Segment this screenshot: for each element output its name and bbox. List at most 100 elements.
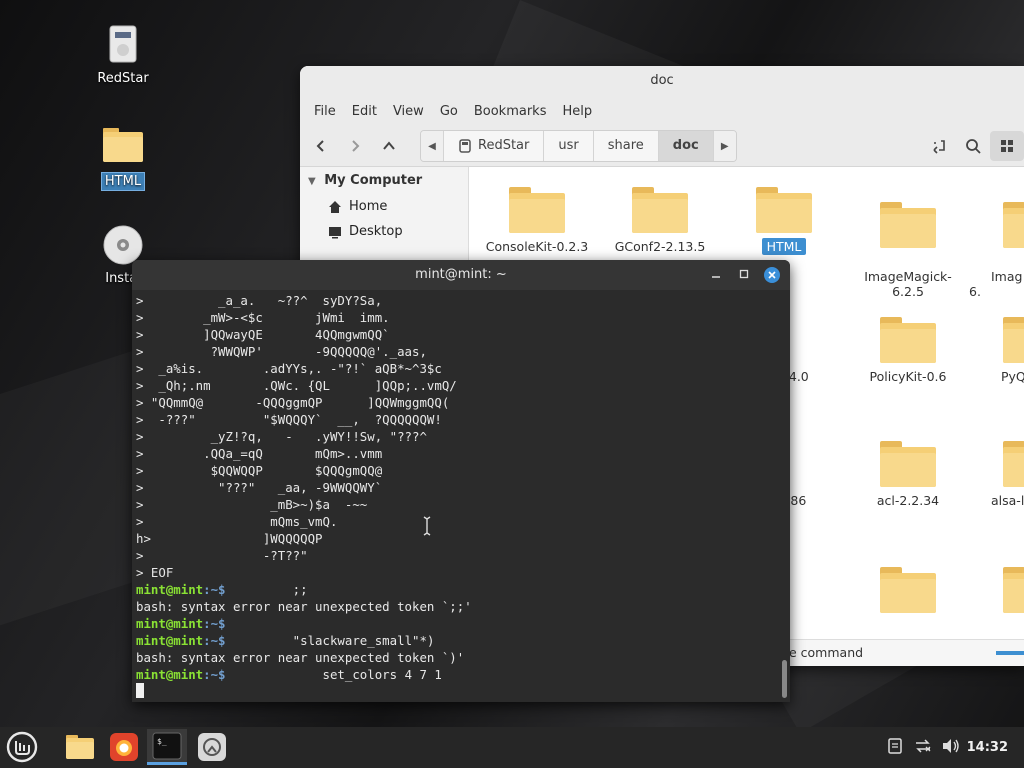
folder-label: acl-2.2.34 (876, 493, 940, 508)
terminal-line: > "QQmmQ@ -QQQggmQP ]QQWmggmQQ( (136, 394, 776, 411)
folder-item[interactable] (969, 567, 1024, 619)
terminal-output[interactable]: > _a_a. ~??^ syDY?Sa, > _mW>-<$c jWmi imm… (136, 292, 776, 702)
terminal-text: > _a_a. ~??^ syDY?Sa, (136, 293, 383, 308)
terminal-input-line[interactable] (136, 683, 776, 700)
desktop-icon-html[interactable]: HTML (85, 126, 161, 191)
terminal-line: > $QQWQQP $QQQgmQQ@ (136, 462, 776, 479)
menu-edit[interactable]: Edit (344, 104, 385, 119)
breadcrumb-item-doc[interactable]: doc (657, 131, 713, 161)
terminal-text: ;; (225, 582, 308, 597)
notes-applet[interactable] (888, 737, 902, 758)
menu-bookmarks[interactable]: Bookmarks (466, 104, 555, 119)
terminal-prompt: mint@mint (136, 582, 204, 597)
folder-label: PyQ (1001, 369, 1024, 384)
status-text: e command (789, 645, 864, 660)
folder-icon (1003, 441, 1024, 487)
menu-button[interactable] (2, 729, 42, 765)
close-button[interactable] (764, 267, 780, 283)
terminal-cursor (136, 683, 144, 698)
scrollbar-thumb[interactable] (782, 660, 787, 698)
folder-item[interactable]: alsa-li (969, 441, 1024, 508)
drive-icon (102, 24, 144, 66)
folder-label: GConf2-2.13.5 (614, 239, 706, 254)
folder-item[interactable]: PyQ (969, 317, 1024, 384)
search-button[interactable] (956, 131, 990, 161)
terminal-prompt: mint@mint (136, 667, 204, 682)
desktop-icon (329, 226, 341, 238)
terminal-text: bash: syntax error near unexpected token… (136, 650, 465, 665)
folder-label: Imag 6. (969, 269, 1023, 299)
folder-icon (102, 126, 144, 168)
back-button[interactable] (304, 131, 338, 161)
folder-item-html[interactable]: HTML (724, 187, 844, 255)
terminal-window[interactable]: mint@mint: ~ > _a_a. ~??^ syDY?Sa, > _mW>… (132, 260, 790, 702)
toolbar-right (922, 131, 1024, 161)
terminal-line: h> ]WQQQQQP (136, 530, 776, 547)
icon-view-button[interactable] (990, 131, 1024, 161)
taskbar-installer-button[interactable] (192, 729, 232, 765)
terminal-line: mint@mint:~$ ;; (136, 581, 776, 598)
folder-item[interactable]: Imag 6. (969, 187, 1024, 299)
taskbar-files-button[interactable] (60, 729, 100, 765)
toolbar: ◀ RedStar usr share doc ▶ (300, 126, 1024, 167)
breadcrumb-label: RedStar (478, 138, 530, 153)
minimize-icon (712, 276, 720, 278)
network-applet[interactable] (914, 738, 932, 758)
folder-item[interactable]: acl-2.2.34 (848, 441, 968, 508)
system-tray (888, 727, 960, 768)
desktop-icon-redstar[interactable]: RedStar (85, 24, 161, 87)
folder-item[interactable]: ImageMagick- 6.2.5 (848, 187, 968, 299)
maximize-button[interactable] (736, 267, 752, 283)
chevron-right-icon (352, 140, 360, 152)
breadcrumb-right-arrow[interactable]: ▶ (712, 131, 736, 161)
folder-item[interactable]: PolicyKit-0.6 (848, 317, 968, 384)
folder-icon (880, 317, 936, 363)
desktop-icon-label: HTML (100, 172, 146, 191)
breadcrumb-item-usr[interactable]: usr (543, 131, 592, 161)
toggle-location-button[interactable] (922, 131, 956, 161)
breadcrumb-item-share[interactable]: share (592, 131, 658, 161)
menu-go[interactable]: Go (432, 104, 466, 119)
clock[interactable]: 14:32 (967, 727, 1008, 768)
folder-icon (509, 187, 565, 233)
volume-applet[interactable] (942, 738, 960, 758)
sidebar-item-label: Home (349, 199, 388, 214)
minimize-button[interactable] (708, 267, 724, 283)
up-button[interactable] (372, 131, 406, 161)
status-progress (996, 651, 1024, 655)
menu-view[interactable]: View (385, 104, 432, 119)
terminal-text: > _yZ!?q, - .yWY!!Sw, "???^ (136, 429, 427, 444)
breadcrumb-item-redstar[interactable]: RedStar (443, 131, 543, 161)
taskbar-terminal-button[interactable]: $_ (147, 729, 187, 765)
terminal-line: > ?WWQWP' -9QQQQQ@'._aas, (136, 343, 776, 360)
folder-item[interactable] (848, 567, 968, 619)
sidebar-item-home[interactable]: Home (300, 194, 468, 219)
terminal-text: > _a%is. .adYYs,. -"?!` aQB*~^3$c (136, 361, 442, 376)
terminal-icon: $_ (152, 732, 182, 759)
text-cursor-icon (423, 516, 431, 536)
terminal-prompt-path: :~$ (203, 633, 226, 648)
location-toggle-icon (933, 140, 945, 154)
sidebar-section-label: My Computer (324, 173, 423, 188)
terminal-text: > _Qh;.nm .QWc. {QL ]QQp;..vmQ/ (136, 378, 457, 393)
search-icon (966, 139, 981, 154)
folder-item[interactable]: GConf2-2.13.5 (600, 187, 720, 254)
forward-button[interactable] (338, 131, 372, 161)
maximize-icon (739, 269, 749, 279)
svg-text:$_: $_ (157, 737, 167, 746)
terminal-text: > mQms_vmQ. (136, 514, 338, 529)
folder-item[interactable]: ConsoleKit-0.2.3 (477, 187, 597, 254)
menu-file[interactable]: File (306, 104, 344, 119)
breadcrumb-left-arrow[interactable]: ◀ (421, 131, 443, 161)
menu-help[interactable]: Help (554, 104, 600, 119)
volume-icon (943, 738, 959, 753)
taskbar-firefox-button[interactable] (104, 729, 144, 765)
terminal-line: > _Qh;.nm .QWc. {QL ]QQp;..vmQ/ (136, 377, 776, 394)
terminal-line: > -?T??" (136, 547, 776, 564)
terminal-text: > -???" "$WQQQY` __, ?QQQQQQW! (136, 412, 442, 427)
terminal-prompt: mint@mint (136, 633, 204, 648)
sidebar-section-my-computer[interactable]: ▼ My Computer (300, 167, 468, 194)
caret-down-icon: ▼ (308, 176, 316, 187)
sidebar-item-desktop[interactable]: Desktop (300, 219, 468, 244)
terminal-text: > "???" _aa, -9WWQQWY` (136, 480, 383, 495)
